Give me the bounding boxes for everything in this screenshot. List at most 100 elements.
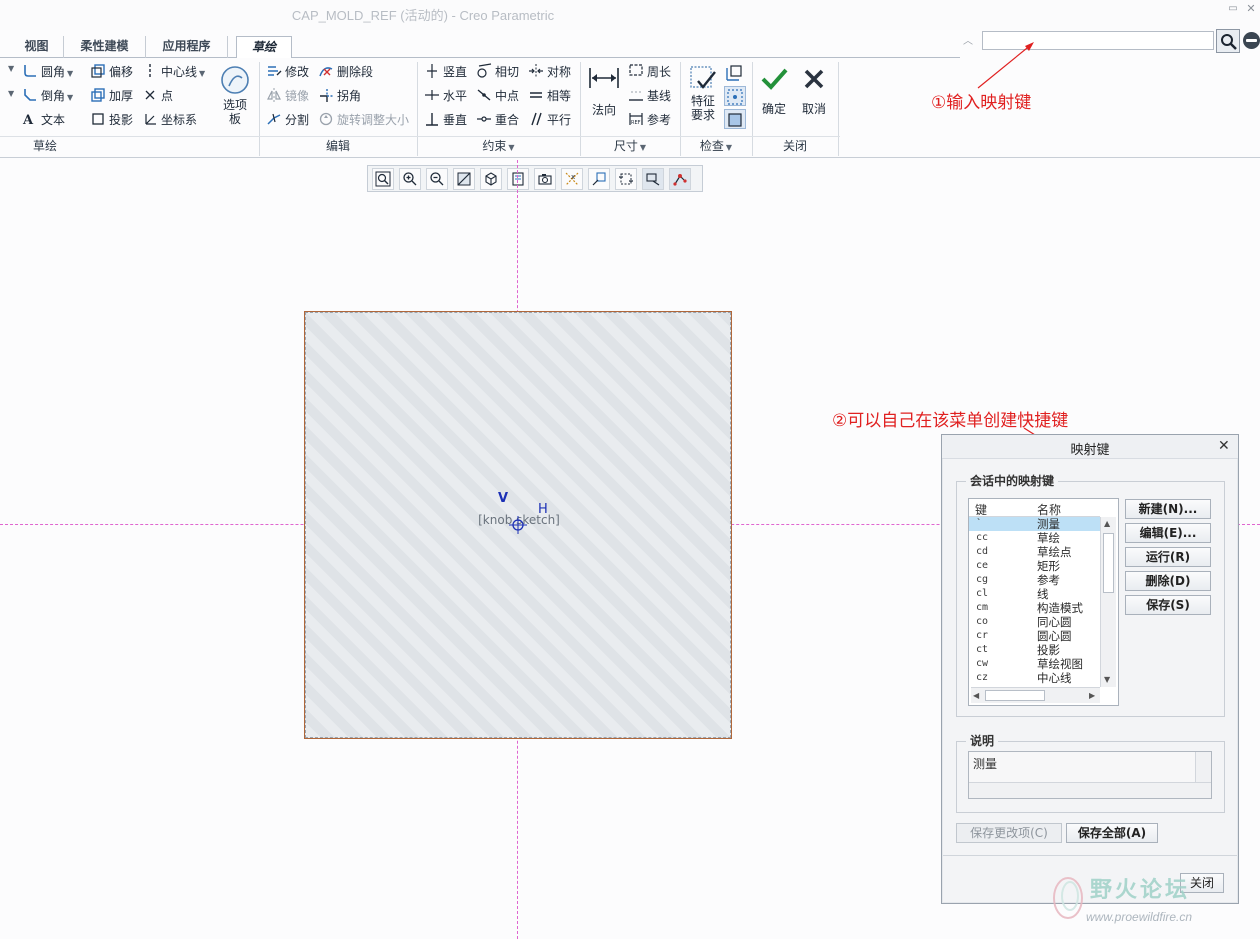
tab-sketch[interactable]: 草绘: [236, 36, 292, 59]
equal-constraint-button[interactable]: 相等: [528, 86, 571, 106]
ok-button[interactable]: 确定: [756, 64, 792, 124]
horizontal-constraint-button[interactable]: 水平: [424, 86, 467, 106]
normal-dimension-button[interactable]: 法向: [586, 64, 622, 124]
baseline-button[interactable]: 基线: [628, 86, 671, 106]
list-item[interactable]: cz 中心线: [969, 671, 1100, 685]
point-button[interactable]: 点: [142, 86, 173, 106]
list-item[interactable]: cd 草绘点: [969, 545, 1100, 559]
help-icon[interactable]: [1243, 32, 1260, 49]
shade-closed-loops-button[interactable]: [724, 109, 746, 129]
scroll-right-icon[interactable]: ▶: [1089, 691, 1095, 700]
delete-mapkey-button[interactable]: 删除(D): [1125, 571, 1211, 591]
refit-button[interactable]: [372, 168, 394, 190]
coordsys-button[interactable]: 坐标系: [142, 110, 197, 130]
list-item[interactable]: cw 草绘视图: [969, 657, 1100, 671]
chamfer-button[interactable]: 倒角 ▼: [22, 86, 73, 106]
list-horizontal-scrollbar[interactable]: ◀ ▶: [971, 687, 1100, 703]
save-all-button[interactable]: 保存全部(A): [1066, 823, 1158, 843]
fillet-button[interactable]: 圆角 ▼: [22, 62, 73, 82]
scroll-left-icon[interactable]: ◀: [973, 691, 979, 700]
list-item[interactable]: ` 测量: [969, 517, 1100, 531]
mirror-button[interactable]: 镜像: [266, 86, 309, 106]
symmetric-constraint-button[interactable]: 对称: [528, 62, 571, 82]
perimeter-button[interactable]: 周长: [628, 62, 671, 82]
new-mapkey-button[interactable]: 新建(N)...: [1125, 499, 1211, 519]
scroll-down-icon[interactable]: ▼: [1104, 675, 1110, 684]
description-vertical-scrollbar[interactable]: [1195, 752, 1211, 782]
saved-orientations-button[interactable]: [507, 168, 529, 190]
close-window-icon[interactable]: ✕: [1244, 2, 1258, 16]
dialog-footer-divider: [943, 855, 1237, 856]
offset-button[interactable]: 偏移: [90, 62, 133, 82]
vertical-constraint-button[interactable]: 竖直: [424, 62, 467, 82]
fillet-icon: [24, 65, 36, 77]
parallel-constraint-button[interactable]: 平行: [528, 110, 571, 130]
description-legend: 说明: [966, 732, 999, 749]
delete-segment-button[interactable]: 删除段: [318, 62, 373, 82]
list-item[interactable]: cc 草绘: [969, 531, 1100, 545]
list-item[interactable]: cl 线: [969, 587, 1100, 601]
coincident-icon: [477, 116, 491, 122]
description-horizontal-scrollbar[interactable]: [969, 782, 1211, 798]
point-icon: [145, 90, 155, 100]
chamfer-dropdown-arrow[interactable]: ▼: [8, 89, 14, 98]
list-item[interactable]: ct 投影: [969, 643, 1100, 657]
scroll-up-icon[interactable]: ▲: [1104, 519, 1110, 528]
display-style-cube-icon: [485, 172, 497, 186]
reference-button[interactable]: REF 参考: [628, 110, 671, 130]
highlight-open-ends-button[interactable]: [724, 86, 746, 106]
list-item[interactable]: cg 参考: [969, 573, 1100, 587]
divide-button[interactable]: 分割: [266, 110, 309, 130]
dimension-display-button[interactable]: [615, 168, 637, 190]
zoom-in-button[interactable]: [399, 168, 421, 190]
list-item[interactable]: cm 构造模式: [969, 601, 1100, 615]
feature-requirements-button[interactable]: 特征 要求: [686, 64, 720, 132]
project-button[interactable]: 投影: [90, 110, 133, 130]
hscroll-thumb[interactable]: [985, 690, 1045, 701]
display-style-button[interactable]: [480, 168, 502, 190]
repaint-button[interactable]: [453, 168, 475, 190]
search-button[interactable]: [1216, 29, 1240, 53]
corner-button[interactable]: 拐角: [318, 86, 361, 106]
save-changed-button[interactable]: 保存更改项(C): [956, 823, 1062, 843]
thicken-button[interactable]: 加厚: [90, 86, 133, 106]
tab-applications[interactable]: 应用程序: [146, 36, 228, 58]
centerline-button[interactable]: 中心线 ▼: [142, 62, 205, 82]
view-manager-button[interactable]: [534, 168, 556, 190]
rotate-resize-button[interactable]: 旋转调整大小: [318, 110, 409, 130]
datum-display-button[interactable]: x: [561, 168, 583, 190]
scroll-thumb[interactable]: [1103, 533, 1114, 593]
constraint-display-button[interactable]: [642, 168, 664, 190]
modify-button[interactable]: 修改: [266, 62, 309, 82]
tab-view[interactable]: 视图: [0, 36, 64, 58]
list-item[interactable]: cr 圆心圆: [969, 629, 1100, 643]
midpoint-constraint-button[interactable]: 中点: [476, 86, 519, 106]
list-item[interactable]: co 同心圆: [969, 615, 1100, 629]
palette-button[interactable]: 选项 板: [217, 64, 253, 134]
edit-mapkey-button[interactable]: 编辑(E)...: [1125, 523, 1211, 543]
group-label-dimension[interactable]: 尺寸 ▼: [580, 137, 680, 157]
text-button[interactable]: A 文本: [22, 110, 65, 130]
list-vertical-scrollbar[interactable]: ▲ ▼: [1100, 517, 1116, 687]
cancel-button[interactable]: 取消: [796, 64, 832, 124]
group-label-constrain[interactable]: 约束 ▼: [417, 137, 580, 157]
list-item[interactable]: ce 矩形: [969, 559, 1100, 573]
perpendicular-constraint-button[interactable]: 垂直: [424, 110, 467, 130]
text-icon: A: [22, 113, 34, 127]
vertex-display-button[interactable]: [669, 168, 691, 190]
group-label-inspect[interactable]: 检查 ▼: [680, 137, 752, 157]
save-mapkey-button[interactable]: 保存(S): [1125, 595, 1211, 615]
fillet-dropdown-arrow[interactable]: ▼: [8, 64, 14, 73]
tab-flexible-modeling[interactable]: 柔性建模: [64, 36, 146, 58]
dialog-close-icon[interactable]: ✕: [1218, 438, 1230, 454]
run-mapkey-button[interactable]: 运行(R): [1125, 547, 1211, 567]
description-field[interactable]: 测量: [968, 751, 1212, 799]
overlapping-geometry-button[interactable]: [724, 63, 746, 83]
coincident-constraint-button[interactable]: 重合: [476, 110, 519, 130]
minimize-icon[interactable]: ▭: [1226, 2, 1240, 16]
tangent-constraint-button[interactable]: 相切: [476, 62, 519, 82]
annotation-display-button[interactable]: [588, 168, 610, 190]
dialog-title: 映射键: [1070, 443, 1110, 458]
zoom-out-button[interactable]: [426, 168, 448, 190]
mapkey-list[interactable]: 键 名称 ` 测量 cc 草绘 cd 草绘点 ce 矩形 cg 参考 cl 线 cm 构造模式…: [968, 498, 1119, 706]
